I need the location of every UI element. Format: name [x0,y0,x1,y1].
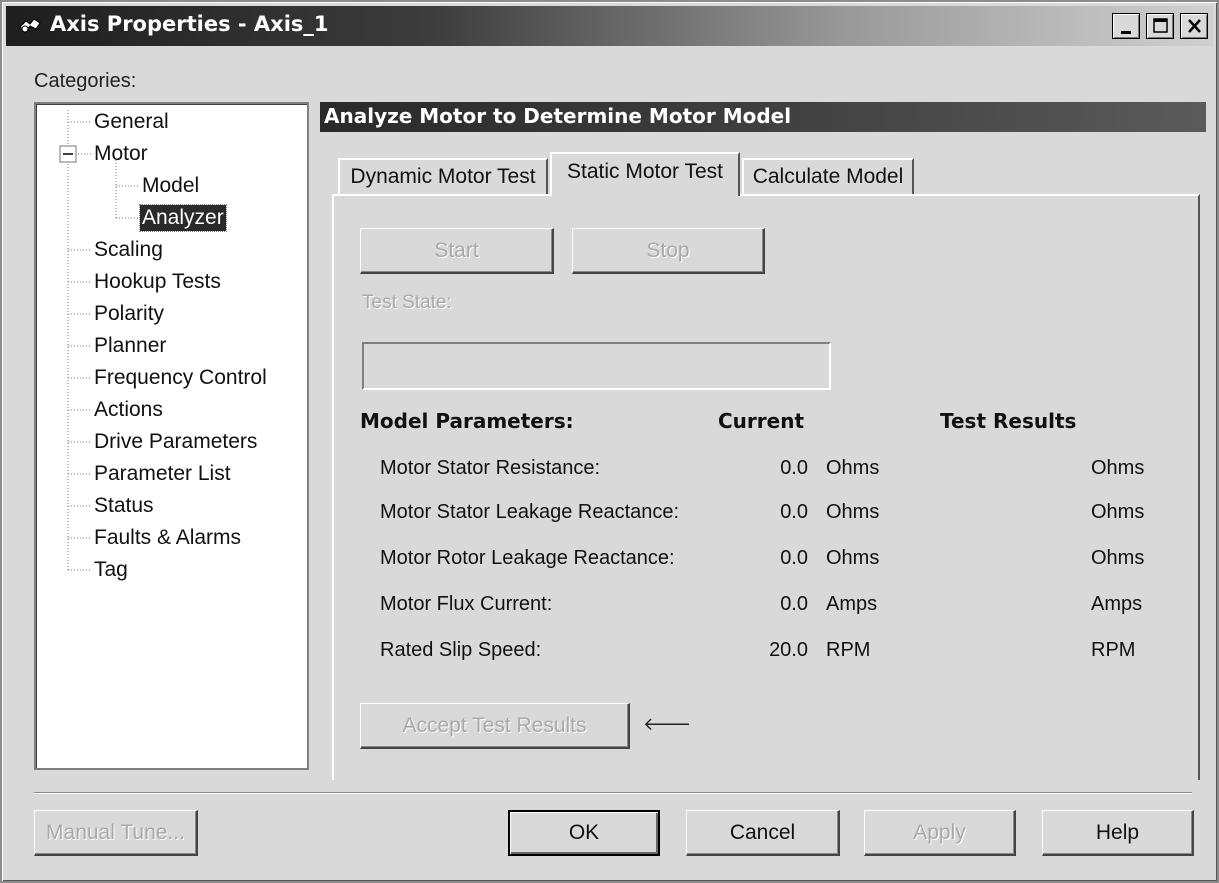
section-header: Analyze Motor to Determine Motor Model [320,102,1206,132]
test-results-header: Test Results [940,409,1077,433]
start-button[interactable]: Start [360,228,554,274]
axis-properties-window: Axis Properties - Axis_1 Categories: Gen… [0,0,1219,883]
tab-dynamic-motor-test[interactable]: Dynamic Motor Test [338,158,548,196]
tree-item-actions[interactable]: Actions [94,397,163,423]
param-current-unit: Ohms [826,547,880,569]
param-result-unit: Amps [1091,593,1143,615]
stop-button[interactable]: Stop [572,228,765,274]
tree-item-hookup-tests[interactable]: Hookup Tests [94,269,221,295]
tree-item-model[interactable]: Model [142,173,199,199]
categories-label: Categories: [34,70,137,92]
param-result-unit: RPM [1091,639,1136,661]
param-name: Motor Stator Leakage Reactance: [380,501,680,523]
tree-item-polarity[interactable]: Polarity [94,301,164,327]
static-motor-test-panel [332,194,1200,780]
param-current-value: 20.0 [769,639,808,661]
param-current-unit: Ohms [826,457,880,479]
accept-test-results-button[interactable]: Accept Test Results [360,703,630,749]
param-result-unit: Ohms [1091,501,1145,523]
param-name: Motor Stator Resistance: [380,457,601,479]
collapse-icon [59,145,77,163]
tree-item-analyzer[interactable]: Analyzer [139,204,227,232]
param-result-unit: Ohms [1091,547,1145,569]
param-current-value: 0.0 [780,547,808,569]
param-current-value: 0.0 [780,501,808,523]
axis-properties-icon [19,18,41,33]
footer-separator [34,792,1192,794]
title-bar[interactable]: Axis Properties - Axis_1 [6,6,1213,46]
param-current-value: 0.0 [780,457,808,479]
minimize-button[interactable] [1112,13,1140,39]
manual-tune-button[interactable]: Manual Tune... [34,810,198,856]
param-current-value: 0.0 [780,593,808,615]
tree-item-general[interactable]: General [94,109,169,135]
maximize-button[interactable] [1146,13,1174,39]
param-name: Motor Rotor Leakage Reactance: [380,547,675,569]
cancel-button[interactable]: Cancel [686,810,840,856]
close-icon [1188,19,1201,33]
apply-button[interactable]: Apply [864,810,1016,856]
param-current-unit: Ohms [826,501,880,523]
maximize-icon [1153,18,1168,33]
tree-item-tag[interactable]: Tag [94,557,128,583]
section-title: Analyze Motor to Determine Motor Model [324,104,792,128]
tree-item-planner[interactable]: Planner [94,333,166,359]
tab-calculate-model[interactable]: Calculate Model [742,158,914,196]
tree-item-scaling[interactable]: Scaling [94,237,163,263]
help-button[interactable]: Help [1042,810,1194,856]
window-title: Axis Properties - Axis_1 [50,12,329,36]
tree-item-frequency-control[interactable]: Frequency Control [94,365,267,391]
tree-item-faults-alarms[interactable]: Faults & Alarms [94,525,241,551]
tree-item-status[interactable]: Status [94,493,154,519]
categories-tree[interactable]: General Motor Model Analyzer Scaling Hoo… [34,102,309,770]
tree-item-motor[interactable]: Motor [94,141,148,167]
param-current-unit: Amps [826,593,878,615]
param-name: Motor Flux Current: [380,593,553,615]
close-button[interactable] [1180,13,1208,39]
current-header: Current [718,409,805,433]
tree-item-parameter-list[interactable]: Parameter List [94,461,231,487]
ok-button[interactable]: OK [508,810,660,856]
param-name: Rated Slip Speed: [380,639,542,661]
param-result-unit: Ohms [1091,457,1145,479]
tree-item-drive-parameters[interactable]: Drive Parameters [94,429,257,455]
tab-static-motor-test[interactable]: Static Motor Test [550,152,740,196]
param-current-unit: RPM [826,639,871,661]
test-state-label: Test State: [362,292,452,313]
minimize-icon [1121,31,1131,34]
left-arrow-icon: 🡐 [643,714,692,735]
test-state-field [362,342,831,390]
model-parameters-header: Model Parameters: [360,409,574,433]
